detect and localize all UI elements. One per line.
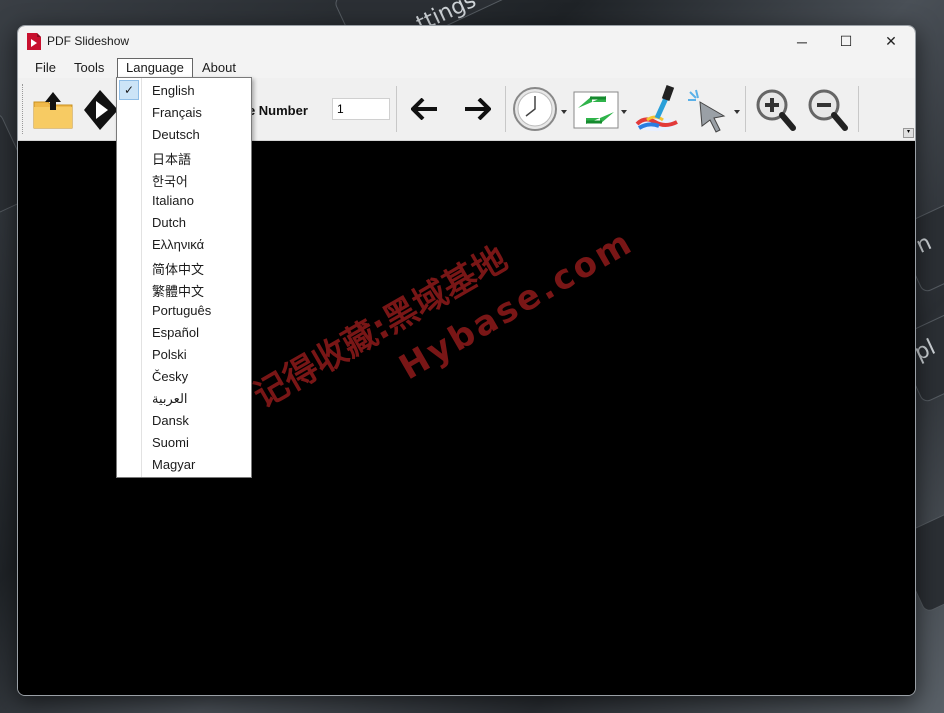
window-title: PDF Slideshow bbox=[47, 34, 130, 48]
language-menu-item[interactable]: العربية bbox=[117, 387, 251, 409]
menu-about[interactable]: About bbox=[194, 59, 244, 77]
language-menu-item-label: Italiano bbox=[152, 193, 194, 208]
language-menu-item-label: Español bbox=[152, 325, 199, 340]
menu-language[interactable]: Language bbox=[117, 58, 193, 78]
language-menu-item-label: Dutch bbox=[152, 215, 186, 230]
zoom-in-icon[interactable] bbox=[755, 88, 797, 132]
clock-icon[interactable] bbox=[512, 86, 558, 132]
language-menu-item[interactable]: 日本語 bbox=[117, 145, 251, 167]
language-menu-item-label: 日本語 bbox=[152, 152, 192, 167]
toolbar-separator bbox=[396, 86, 397, 132]
pointer-dropdown-caret[interactable] bbox=[734, 110, 740, 114]
language-menu-item[interactable]: Dutch bbox=[117, 211, 251, 233]
toolbar-overflow-button[interactable]: ▾ bbox=[903, 128, 914, 138]
maximize-icon: ☐ bbox=[839, 33, 853, 49]
page-number-input[interactable] bbox=[332, 98, 390, 120]
menu-bar: File Tools Language About bbox=[18, 57, 915, 78]
language-menu-item-label: العربية bbox=[152, 391, 188, 406]
checkmark-icon: ✓ bbox=[119, 80, 139, 100]
language-menu-item[interactable]: Dansk bbox=[117, 409, 251, 431]
language-menu-item[interactable]: ✓ English bbox=[117, 79, 251, 101]
language-menu-item-label: Português bbox=[152, 303, 212, 318]
zoom-out-icon[interactable] bbox=[807, 88, 849, 132]
language-menu-item-label: Dansk bbox=[152, 413, 189, 428]
arrow-left-icon[interactable] bbox=[411, 98, 439, 120]
language-menu-item[interactable]: Português bbox=[117, 299, 251, 321]
language-menu-item[interactable]: 繁體中文 bbox=[117, 277, 251, 299]
title-bar[interactable]: PDF Slideshow ─ ☐ ✕ bbox=[18, 26, 915, 57]
language-menu-item-label: 한국어 bbox=[152, 174, 188, 189]
language-menu-item-label: Suomi bbox=[152, 435, 189, 450]
transition-icon[interactable] bbox=[572, 88, 620, 132]
pointer-icon[interactable] bbox=[686, 88, 732, 134]
language-menu-item[interactable]: Česky bbox=[117, 365, 251, 387]
language-menu-item[interactable]: 한국어 bbox=[117, 167, 251, 189]
language-menu-item-label: Deutsch bbox=[152, 127, 200, 142]
open-folder-icon[interactable] bbox=[32, 90, 74, 130]
language-menu-item[interactable]: Suomi bbox=[117, 431, 251, 453]
language-menu-item-label: English bbox=[152, 83, 195, 98]
toolbar-separator bbox=[745, 86, 746, 132]
language-menu-item[interactable]: Polski bbox=[117, 343, 251, 365]
language-menu-item-label: 繁體中文 bbox=[152, 284, 205, 299]
language-menu-item[interactable]: Italiano bbox=[117, 189, 251, 211]
language-menu-item[interactable]: Français bbox=[117, 101, 251, 123]
language-menu-item-label: Polski bbox=[152, 347, 187, 362]
maximize-button[interactable]: ☐ bbox=[823, 26, 869, 57]
close-icon: ✕ bbox=[885, 33, 897, 49]
transition-dropdown-caret[interactable] bbox=[621, 110, 627, 114]
close-button[interactable]: ✕ bbox=[868, 26, 914, 57]
language-menu-item-label: Ελληνικά bbox=[152, 237, 205, 252]
app-icon bbox=[27, 33, 41, 50]
menu-tools[interactable]: Tools bbox=[66, 59, 112, 77]
arrow-right-icon[interactable] bbox=[463, 98, 491, 120]
language-menu-item[interactable]: Español bbox=[117, 321, 251, 343]
language-menu-item-label: Magyar bbox=[152, 457, 196, 472]
minimize-icon: ─ bbox=[797, 33, 807, 50]
language-menu-item[interactable]: Deutsch bbox=[117, 123, 251, 145]
minimize-button[interactable]: ─ bbox=[779, 26, 825, 57]
language-menu-item[interactable]: Magyar bbox=[117, 453, 251, 475]
toolbar-grip[interactable] bbox=[22, 84, 25, 134]
menu-file[interactable]: File bbox=[27, 59, 64, 77]
language-menu-item-label: Français bbox=[152, 105, 202, 120]
language-menu-item-label: Česky bbox=[152, 369, 189, 384]
language-menu-item[interactable]: Ελληνικά bbox=[117, 233, 251, 255]
language-menu-item-label: 简体中文 bbox=[152, 262, 205, 277]
language-menu: ✓ English Français Deutsch 日本語 한국어 Italiano Dut… bbox=[116, 77, 252, 478]
language-menu-item[interactable]: 简体中文 bbox=[117, 255, 251, 277]
toolbar-separator bbox=[858, 86, 859, 132]
clock-dropdown-caret[interactable] bbox=[561, 110, 567, 114]
color-picker-icon[interactable] bbox=[633, 84, 681, 134]
toolbar-separator bbox=[505, 86, 506, 132]
